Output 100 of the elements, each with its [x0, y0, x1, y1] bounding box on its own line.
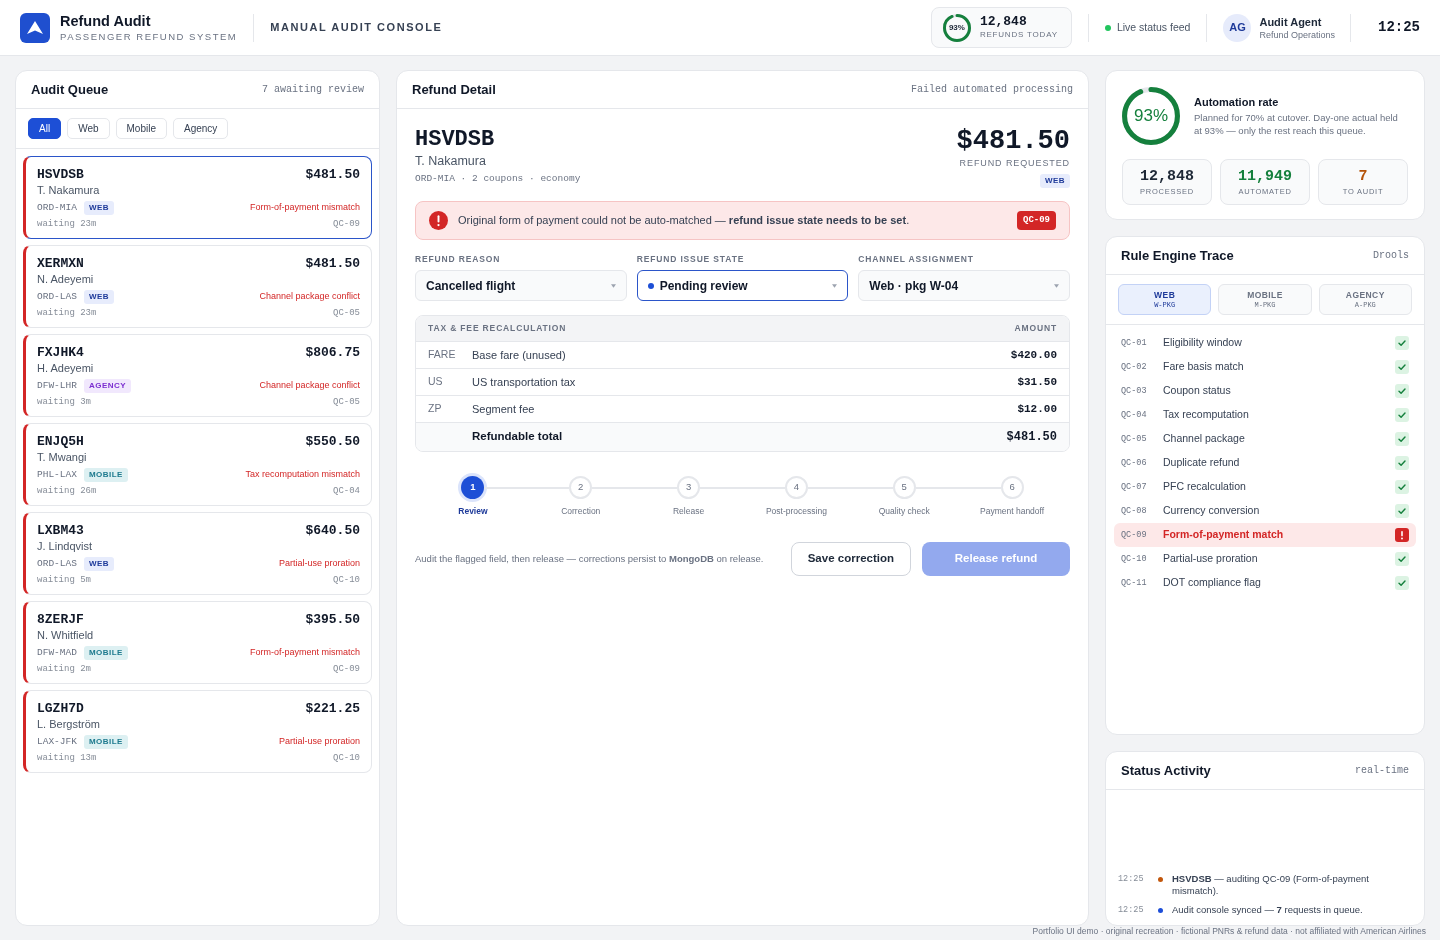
rule-name: Channel package: [1163, 431, 1246, 447]
table-cell-text: US: [428, 374, 444, 390]
status-dot-icon: [647, 282, 654, 289]
route: ORD-MIA: [37, 200, 77, 215]
rule-code: QC-05: [333, 306, 360, 320]
rule-name: Currency conversion: [1163, 503, 1261, 519]
filter-chip[interactable]: Web: [67, 118, 110, 139]
rule-name: Coupon status: [1163, 383, 1232, 399]
waiting-time: waiting 23m: [37, 306, 97, 320]
channel-badge: WEB: [83, 557, 115, 571]
rule-code: QC-10: [333, 573, 360, 587]
filter-chip[interactable]: Agency: [173, 118, 229, 139]
save-button[interactable]: Save correction: [790, 541, 911, 576]
refund-amount: $640.50: [305, 521, 360, 540]
rule-code: QC-01: [1121, 336, 1148, 350]
queue-card[interactable]: HSVDSB $481.50 T. Nakamura ORD-MIA WEB Form-of-payment mismatch waiting 23m QC-09: [23, 156, 372, 239]
waiting-time: waiting 23m: [37, 217, 97, 231]
channel-badge: WEB: [1039, 174, 1070, 188]
step-marker: 4: [784, 476, 808, 499]
table-cell-text: FARE: [428, 347, 457, 363]
rule-code: QC-07: [1121, 480, 1148, 494]
waiting-time: waiting 13m: [37, 751, 97, 765]
pnr-code: FXJHK4: [37, 343, 84, 362]
rule-code: QC-04: [333, 484, 360, 498]
rule-name: Partial-use proration: [1163, 551, 1259, 567]
channel-badge: WEB: [83, 201, 115, 215]
issue-label: Channel package conflict: [259, 379, 360, 393]
passenger-name: N. Whitfield: [37, 628, 95, 643]
rule-badge: QC-09: [1017, 210, 1056, 231]
issue-label: Tax recomputation mismatch: [245, 468, 360, 482]
refund-amount: $550.50: [305, 432, 360, 451]
step-marker: 5: [892, 476, 916, 499]
field-label: CHANNEL ASSIGNMENT: [858, 253, 975, 265]
step-marker: 3: [677, 476, 701, 499]
pnr-code: LGZH7D: [37, 699, 84, 718]
step-marker: 6: [1000, 476, 1024, 499]
issue-label: Partial-use proration: [278, 557, 360, 571]
automation-description: Planned for 70% at cutover. Day-one actual held at 93% — only the rest reach this queue.: [1194, 111, 1399, 137]
passenger-name: N. Adeyemi: [37, 272, 95, 287]
issue-label: Channel package conflict: [259, 290, 360, 304]
rule-name: Eligibility window: [1163, 335, 1243, 351]
release-note: Audit the flagged field, then release — corrections persist to MongoDB on release.: [415, 551, 765, 566]
column-header: AMOUNT: [1014, 322, 1057, 335]
booking-meta: ORD-MIA · 2 coupons · economy: [415, 172, 581, 186]
rule-code: QC-11: [1121, 576, 1148, 590]
caret-icon: [1054, 283, 1059, 288]
rule-name: Form-of-payment match: [1163, 527, 1285, 543]
pnr-code: XERMXN: [37, 254, 84, 273]
step-label: Correction: [561, 505, 601, 518]
queue-card[interactable]: ENJQ5H $550.50 T. Mwangi PHL-LAX MOBILE Tax recomputation mismatch waiting 26m QC-04: [23, 423, 372, 506]
rule-code: QC-06: [1121, 456, 1148, 470]
pnr-code: 8ZERJF: [37, 610, 84, 629]
rule-code: QC-09: [333, 662, 360, 676]
route: ORD-LAS: [37, 556, 77, 571]
channel-badge: MOBILE: [83, 646, 128, 660]
channel-badge: WEB: [83, 290, 115, 304]
route: LAX-JFK: [37, 734, 77, 749]
queue-card[interactable]: FXJHK4 $806.75 H. Adeyemi DFW-LHR AGENCY Channel package conflict waiting 3m QC-05: [23, 334, 372, 417]
rule-code: QC-05: [333, 395, 360, 409]
rule-code: QC-04: [1121, 408, 1148, 422]
issue-label: Partial-use proration: [278, 735, 360, 749]
refund-amount: $481.50: [305, 165, 360, 184]
passenger-name: J. Lindqvist: [37, 539, 94, 554]
queue-card[interactable]: 8ZERJF $395.50 N. Whitfield DFW-MAD MOBILE Form-of-payment mismatch waiting 2m QC-09: [23, 601, 372, 684]
table-cell-text: $12.00: [1017, 401, 1057, 417]
clock: 12:25: [1378, 18, 1420, 37]
select-field[interactable]: Cancelled flight: [415, 270, 627, 301]
panel-title: Audit Queue: [31, 80, 109, 99]
table-cell-text: Refundable total: [472, 429, 564, 445]
panel-title: Status Activity: [1121, 761, 1211, 780]
step-label: Post-processing: [765, 505, 827, 518]
pnr-code: LXBM43: [37, 521, 84, 540]
refund-amount: $481.50: [956, 125, 1070, 157]
step-label: Payment handoff: [980, 505, 1045, 518]
route: DFW-LHR: [37, 378, 77, 393]
queue-card[interactable]: XERMXN $481.50 N. Adeyemi ORD-LAS WEB Channel package conflict waiting 23m QC-05: [23, 245, 372, 328]
rule-name: Tax recomputation: [1163, 407, 1250, 423]
table-cell-text: US transportation tax: [472, 374, 577, 390]
event-time: 12:25: [1118, 904, 1145, 916]
step-label: Review: [458, 505, 488, 518]
filter-chip[interactable]: All: [28, 118, 62, 139]
status-dot-icon: [1104, 24, 1111, 31]
table-cell-text: ZP: [428, 401, 443, 417]
queue-card[interactable]: LGZH7D $221.25 L. Bergström LAX-JFK MOBILE Partial-use proration waiting 13m QC-10: [23, 690, 372, 773]
rule-name: Fare basis match: [1163, 359, 1245, 375]
select-field[interactable]: Pending review: [636, 270, 849, 301]
panel-caption: real-time: [1355, 764, 1409, 778]
console-title: MANUAL AUDIT CONSOLE: [270, 20, 443, 36]
route: DFW-MAD: [37, 645, 77, 660]
queue-card[interactable]: LXBM43 $640.50 J. Lindqvist ORD-LAS WEB Partial-use proration waiting 5m QC-10: [23, 512, 372, 595]
live-feed-label: Live status feed: [1116, 19, 1191, 35]
refunds-today-label: REFUNDS TODAY: [979, 29, 1058, 40]
channel-badge: MOBILE: [83, 468, 128, 482]
select-field[interactable]: Web · pkg W-04: [858, 270, 1070, 301]
rule-code: QC-10: [1121, 552, 1148, 566]
filter-chip[interactable]: Mobile: [115, 118, 167, 139]
refunds-today-value: 12,848: [979, 15, 1028, 29]
column-header: TAX & FEE RECALCULATION: [428, 322, 567, 335]
amount-label: REFUND REQUESTED: [959, 157, 1070, 169]
step-label: Quality check: [878, 505, 930, 518]
